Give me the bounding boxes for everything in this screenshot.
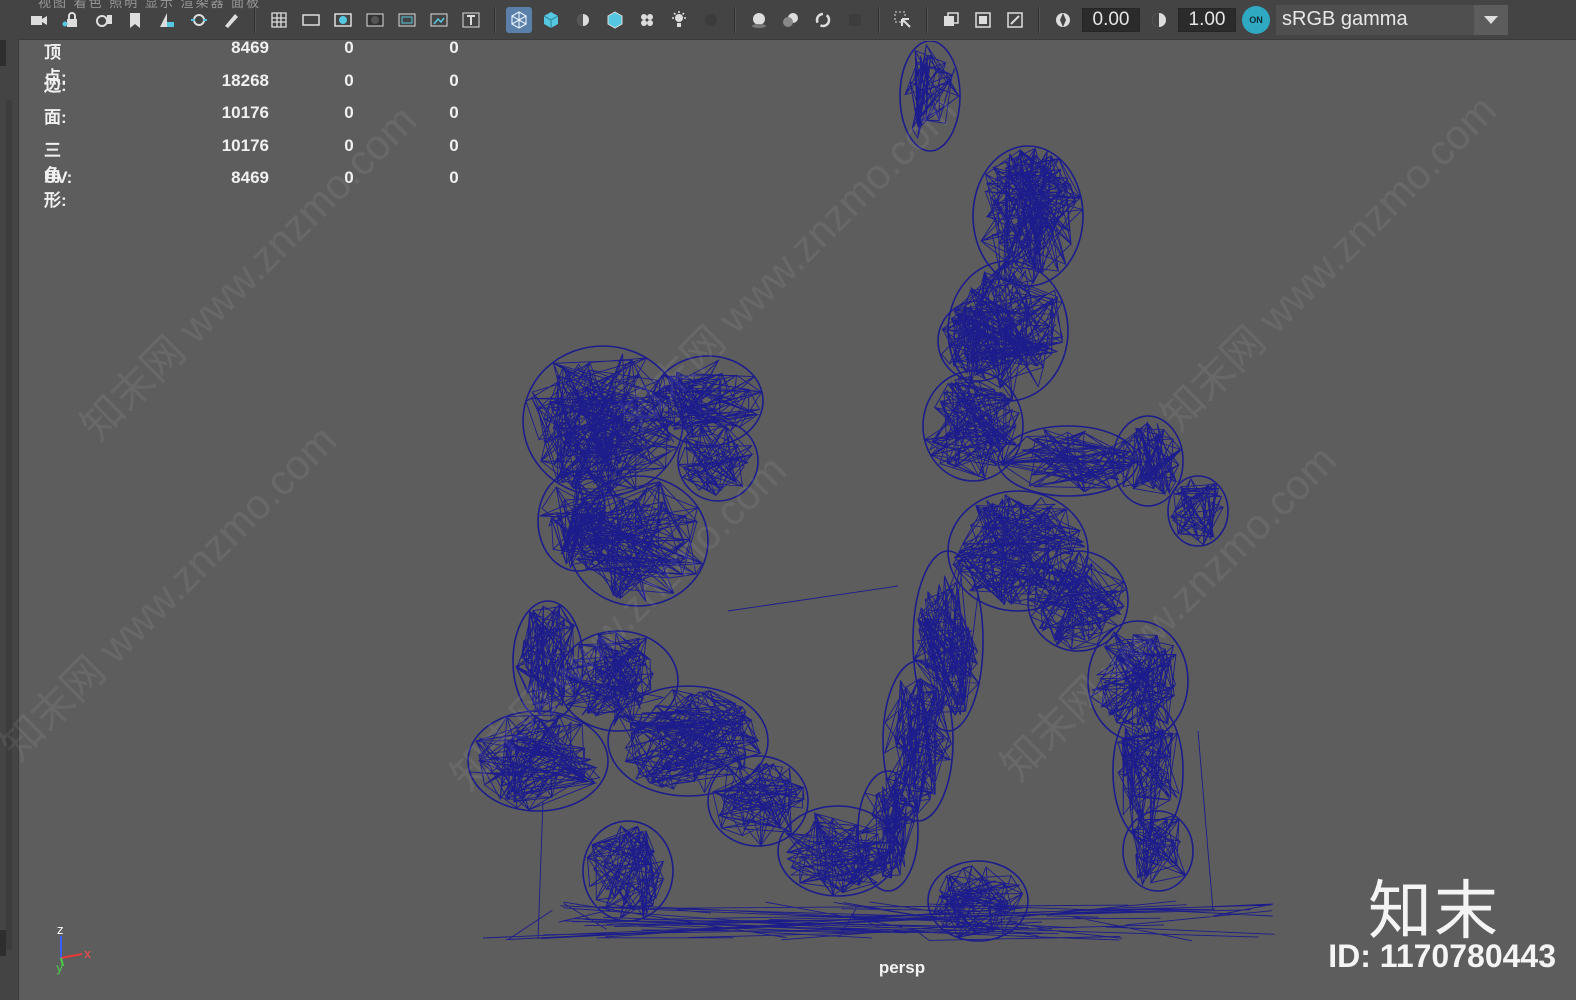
mesh-part <box>470 713 601 812</box>
shadows-icon[interactable] <box>666 7 692 33</box>
hud-value: 8469 <box>231 38 269 57</box>
hud-value: 0 <box>449 38 459 57</box>
gamma-icon[interactable] <box>1146 7 1172 33</box>
mesh-part <box>525 353 680 496</box>
toolbar-separator <box>1038 6 1040 33</box>
mesh-part <box>586 825 665 920</box>
safe-action-icon[interactable] <box>426 7 452 33</box>
xray-icon[interactable] <box>746 7 772 33</box>
hud-value: 10176 <box>221 103 269 122</box>
hud-value: 10176 <box>221 135 269 155</box>
hud-value: 0 <box>449 70 459 90</box>
toolbar-separator <box>494 6 496 33</box>
xray-joints-icon[interactable] <box>778 7 804 33</box>
camera-name-label: persp <box>878 958 926 977</box>
toolbar-separator <box>878 6 880 33</box>
hud-label: 边: <box>44 75 67 95</box>
ambient-occlusion-icon[interactable] <box>698 7 724 33</box>
exposure-icon[interactable] <box>1050 7 1076 33</box>
safe-title-icon[interactable] <box>458 7 484 33</box>
wireframe-group <box>467 41 1275 942</box>
hud-label: 面: <box>44 108 67 127</box>
mesh-part <box>904 43 961 140</box>
hud-value: 0 <box>449 103 459 122</box>
film-gate-icon[interactable] <box>298 7 324 33</box>
hud-label: UV: <box>44 168 73 187</box>
panel-collapse-handle-bottom[interactable] <box>0 930 6 956</box>
view-transform-select[interactable]: sRGB gamma <box>1276 4 1508 35</box>
axis-y-label: y <box>56 961 63 975</box>
hud-value: 0 <box>344 103 354 122</box>
asset-id: ID: 1170780443 <box>1328 938 1556 974</box>
hud-value: 0 <box>344 38 354 57</box>
wireframe-icon[interactable] <box>506 6 532 33</box>
field-chart-icon[interactable] <box>394 7 420 33</box>
axis-z-label: z <box>57 923 63 937</box>
color-management-toggle[interactable]: ON <box>1242 5 1270 34</box>
mesh-part <box>1129 815 1186 887</box>
wireframe-on-shaded-icon[interactable] <box>938 7 964 33</box>
panel-menu-bar[interactable]: 视图 着色 照明 显示 渲染器 面板 <box>38 0 261 11</box>
toolbar-separator <box>926 6 928 33</box>
xray-active-icon[interactable] <box>970 7 996 33</box>
hud-value: 0 <box>344 70 354 90</box>
default-lighting-icon[interactable] <box>570 7 596 33</box>
hud-value: 0 <box>449 168 459 187</box>
left-panel-edge <box>0 0 19 1000</box>
xray-components-icon[interactable] <box>810 7 836 33</box>
grid-icon[interactable] <box>266 7 292 33</box>
panel-collapse-handle[interactable] <box>0 40 6 66</box>
hud-value: 8469 <box>231 168 269 187</box>
viewport-toolbar: 视图 着色 照明 显示 渲染器 面板 0.00 1.00 ON sRGB gam… <box>18 0 1576 40</box>
exposure-field[interactable]: 0.00 <box>1082 7 1140 32</box>
gate-mask-icon[interactable] <box>362 7 388 33</box>
mesh-part <box>515 604 583 718</box>
chevron-down-icon[interactable] <box>1474 4 1508 35</box>
axis-x-label: x <box>84 947 91 961</box>
backface-icon[interactable] <box>842 7 868 33</box>
textured-icon[interactable] <box>602 7 628 33</box>
gamma-field[interactable]: 1.00 <box>1178 7 1236 32</box>
smooth-shade-icon[interactable] <box>538 7 564 33</box>
mesh-part <box>1169 477 1225 546</box>
mesh-part <box>1117 705 1180 841</box>
hud-value: 0 <box>344 168 354 187</box>
resolution-gate-icon[interactable] <box>330 7 356 33</box>
mesh-part <box>567 479 704 602</box>
use-all-lights-icon[interactable] <box>634 7 660 33</box>
textures-icon[interactable] <box>1002 7 1028 33</box>
hud-value: 0 <box>449 135 459 155</box>
view-transform-value: sRGB gamma <box>1282 8 1408 30</box>
toolbar-separator <box>734 6 736 33</box>
left-scrollbar[interactable] <box>6 100 12 950</box>
hud-value: 0 <box>344 135 354 155</box>
isolate-select-icon[interactable] <box>890 7 916 33</box>
view-axis-icon: z x y <box>56 923 91 975</box>
hud-value: 18268 <box>221 70 269 90</box>
